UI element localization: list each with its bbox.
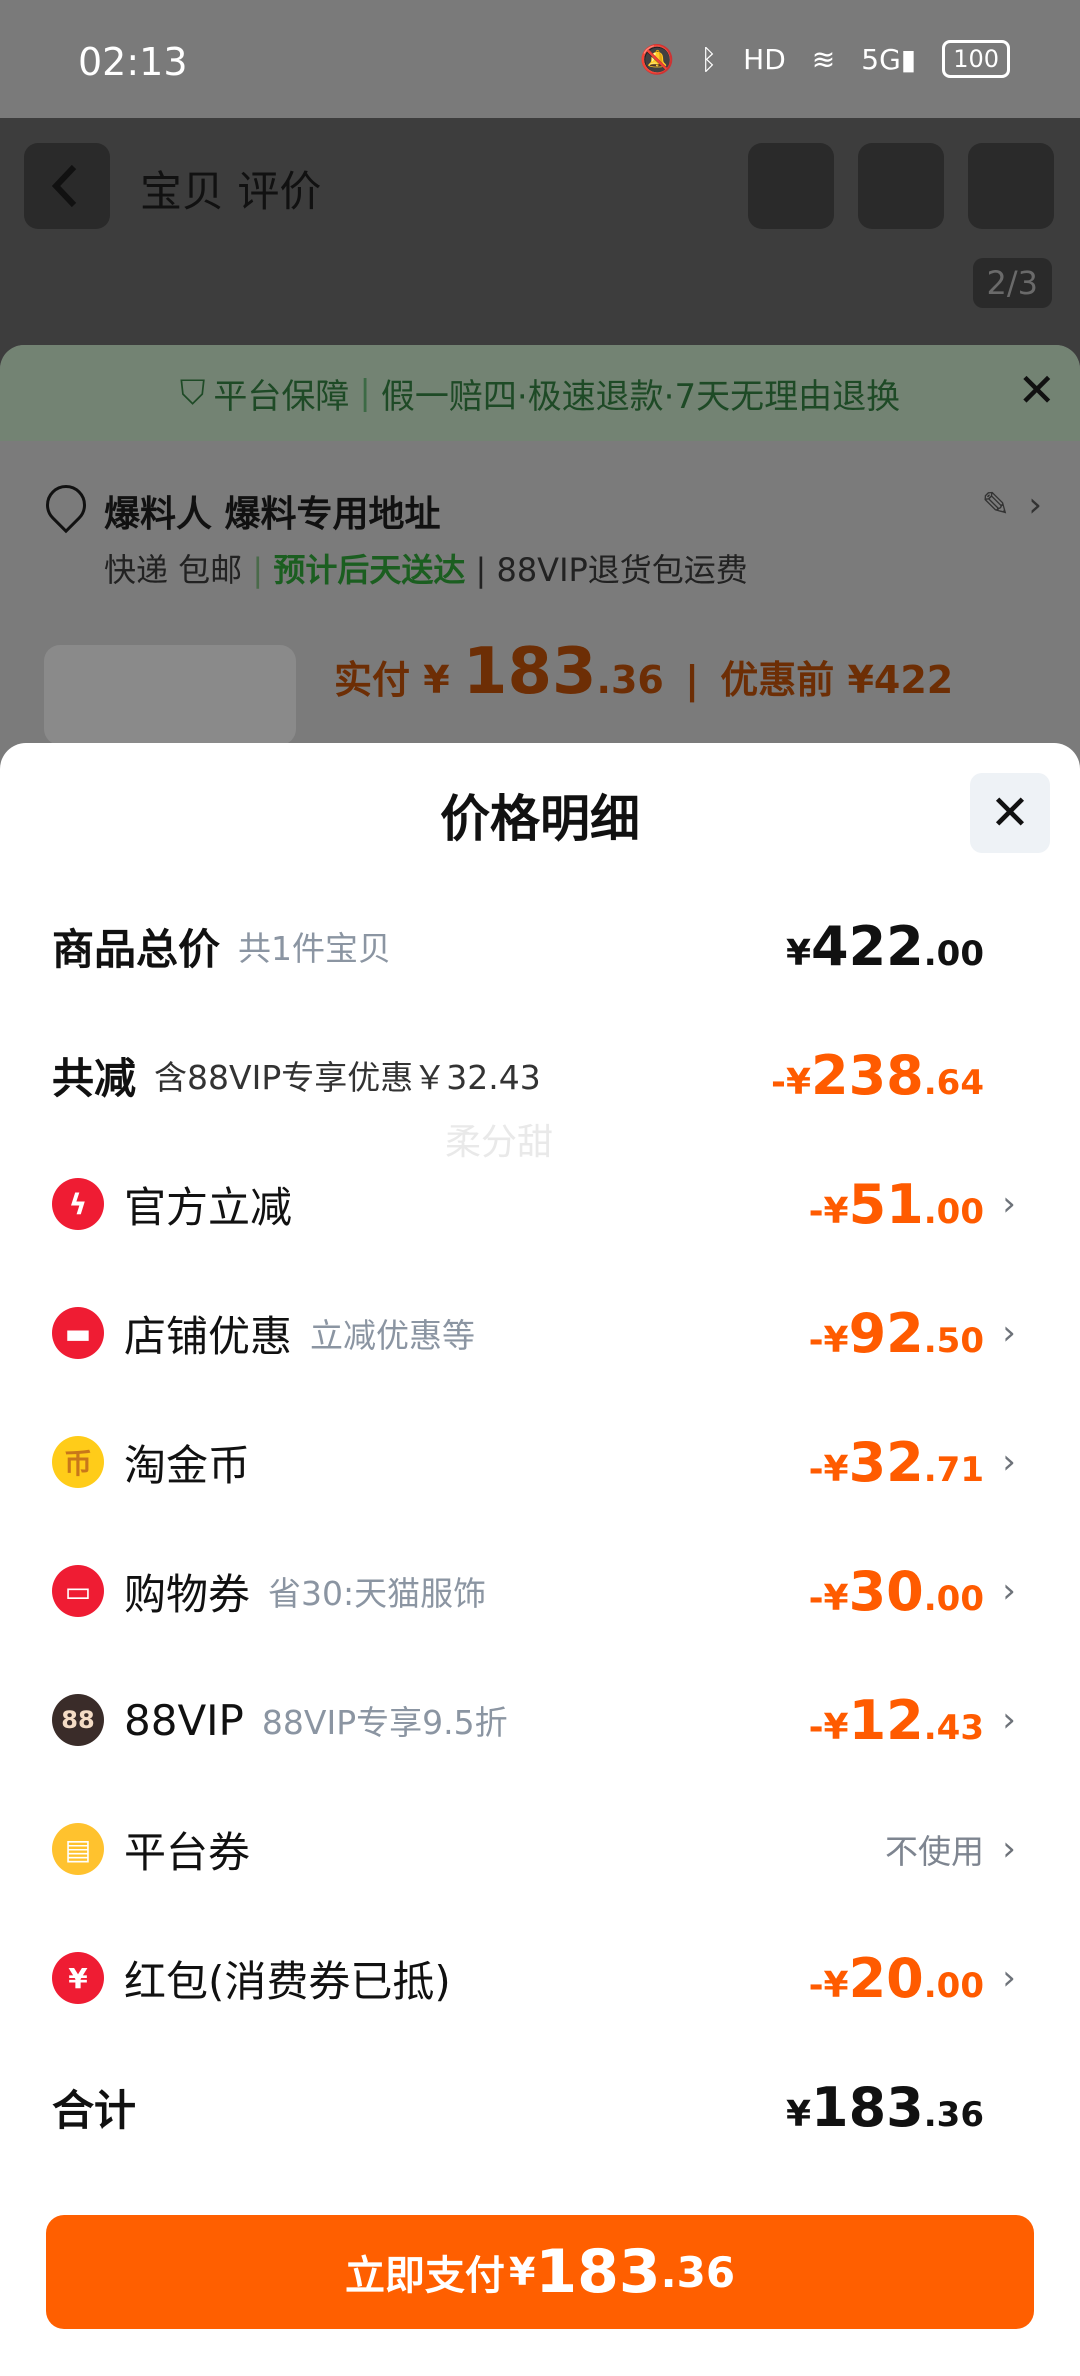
- lightning-icon: ϟ: [52, 1178, 104, 1230]
- chevron-right-icon: ›: [1002, 1958, 1016, 1998]
- vip-return-info: 88VIP退货包运费: [496, 551, 748, 589]
- coupon-status: 不使用: [885, 1832, 984, 1871]
- discount-amount: -¥32.71: [808, 1430, 984, 1494]
- gold-coin-icon: 币: [52, 1436, 104, 1488]
- chevron-right-icon: ›: [1002, 1829, 1016, 1869]
- shipping-info: 快递 包邮 | 预计后天送达 | 88VIP退货包运费: [104, 551, 748, 589]
- before-discount-amount: ¥422: [847, 658, 954, 702]
- more-button[interactable]: [968, 143, 1054, 229]
- 5g-signal-icon: 5G▮: [861, 42, 917, 76]
- product-thumbnail: [44, 645, 296, 745]
- chevron-right-icon: ›: [1002, 1184, 1016, 1224]
- discount-label: 购物券: [124, 1569, 251, 1619]
- pay-button-label: 立即支付: [344, 2253, 505, 2299]
- back-button[interactable]: [24, 143, 110, 229]
- chevron-right-icon: ›: [1002, 1313, 1016, 1353]
- guarantee-divider: |: [359, 373, 371, 413]
- discount-label: 88VIP: [124, 1695, 244, 1745]
- store-icon: ▬: [52, 1307, 104, 1359]
- total-price-row: 商品总价 共1件宝贝 ¥422.00: [52, 906, 1024, 986]
- ticket-icon: ▭: [52, 1565, 104, 1617]
- close-icon: ✕: [989, 785, 1031, 841]
- discount-sub: 立减优惠等: [310, 1316, 476, 1355]
- pay-button-dec: .36: [660, 2247, 736, 2297]
- watermark: 柔分甜: [445, 1122, 554, 1163]
- discount-label: 淘金币: [124, 1440, 251, 1490]
- before-discount-label: 优惠前: [720, 658, 835, 702]
- battery-icon: 100: [942, 40, 1010, 78]
- vip88-icon: 88: [52, 1694, 104, 1746]
- discount-row-platform-coupon[interactable]: ▤ 平台券 不使用 ›: [52, 1809, 1024, 1889]
- total-price-label: 商品总价: [52, 924, 221, 974]
- discount-amount: -¥51.00: [808, 1172, 984, 1236]
- discount-amount: -¥30.00: [808, 1559, 984, 1623]
- sum-label: 合计: [52, 2085, 137, 2135]
- background-page-title: 宝贝 评价: [140, 167, 322, 216]
- bluetooth-icon: ᛒ: [700, 42, 718, 76]
- discount-row-88vip[interactable]: 88 88VIP 88VIP专享9.5折 -¥12.43 ›: [52, 1680, 1024, 1760]
- wifi-icon: ≋: [811, 42, 836, 76]
- discount-label: 店铺优惠: [124, 1311, 293, 1361]
- pay-now-button[interactable]: 立即支付 ¥ 183 .36: [46, 2215, 1034, 2329]
- discount-sub: 省30:天猫服饰: [268, 1574, 487, 1613]
- total-discount-label: 共减: [52, 1053, 137, 1103]
- edit-icon[interactable]: ✎: [982, 485, 1011, 525]
- order-sheet-close-icon[interactable]: ✕: [1017, 363, 1056, 417]
- share-button[interactable]: [748, 143, 834, 229]
- discount-row-red-packet[interactable]: ¥ 红包(消费券已抵) -¥20.00 ›: [52, 1938, 1024, 2018]
- discount-amount: -¥12.43: [808, 1688, 984, 1752]
- sum-amount: ¥183.36: [785, 2075, 984, 2139]
- pay-button-int: 183: [535, 2237, 661, 2307]
- coupon-card-icon: ▤: [52, 1823, 104, 1875]
- back-arrow-icon: [51, 164, 77, 208]
- discount-amount: -¥20.00: [808, 1946, 984, 2010]
- address-title: 爆料人 爆料专用地址: [104, 494, 441, 535]
- delivery-eta: 预计后天送达: [273, 551, 466, 589]
- discount-label: 平台券: [124, 1827, 251, 1877]
- paid-summary: 实付 ¥ 183.36 | 优惠前 ¥422: [334, 635, 954, 709]
- paid-amount-dec: .36: [596, 658, 664, 702]
- status-icons: 🔕 ᛒ HD ≋ 5G▮ 100: [639, 40, 1010, 78]
- close-button[interactable]: ✕: [970, 773, 1050, 853]
- paid-amount-int: 183: [462, 635, 597, 709]
- bell-off-icon: 🔕: [639, 42, 675, 76]
- location-pin-icon: [37, 476, 95, 534]
- total-discount-row: 共减 含88VIP专享优惠￥32.43 -¥238.64: [52, 1035, 1024, 1115]
- shield-icon: ⛉: [179, 373, 206, 413]
- chevron-right-icon: ›: [1002, 1700, 1016, 1740]
- discount-row-store[interactable]: ▬ 店铺优惠 立减优惠等 -¥92.50 ›: [52, 1293, 1024, 1373]
- paid-label: 实付: [334, 658, 411, 702]
- discount-row-official[interactable]: ϟ 官方立减 -¥51.00 ›: [52, 1164, 1024, 1244]
- sheet-title: 价格明细: [440, 790, 640, 848]
- guarantee-detail: 假一赔四·极速退款·7天无理由退换: [380, 376, 901, 417]
- chevron-right-icon: ›: [1002, 1571, 1016, 1611]
- shipping-method: 快递 包邮: [104, 551, 243, 589]
- chevron-right-icon: ›: [1002, 1442, 1016, 1482]
- discount-amount: -¥92.50: [808, 1301, 984, 1365]
- status-bar: 02:13 🔕 ᛒ HD ≋ 5G▮ 100: [0, 0, 1080, 118]
- discount-row-shopping-coupon[interactable]: ▭ 购物券 省30:天猫服饰 -¥30.00 ›: [52, 1551, 1024, 1631]
- discount-row-taojinbi[interactable]: 币 淘金币 -¥32.71 ›: [52, 1422, 1024, 1502]
- discount-label: 红包(消费券已抵): [124, 1956, 451, 2006]
- price-detail-sheet: 价格明细 ✕ 柔分甜 商品总价 共1件宝贝 ¥422.00 共减 含88VIP专…: [0, 743, 1080, 2376]
- total-discount-sub: 含88VIP专享优惠￥32.43: [154, 1058, 541, 1097]
- total-price-amount: ¥422.00: [785, 914, 984, 978]
- platform-guarantee-bar: ⛉ 平台保障 | 假一赔四·极速退款·7天无理由退换: [0, 345, 1080, 441]
- sum-row: 合计 ¥183.36: [52, 2067, 1024, 2147]
- chevron-right-icon[interactable]: ›: [1028, 485, 1042, 525]
- pay-button-yen: ¥: [508, 2250, 536, 2294]
- total-price-sub: 共1件宝贝: [238, 929, 392, 968]
- page-counter: 2/3: [972, 258, 1052, 308]
- guarantee-main: 平台保障: [213, 376, 350, 417]
- discount-sub: 88VIP专享9.5折: [261, 1703, 508, 1742]
- status-time: 02:13: [78, 40, 188, 84]
- total-discount-amount: -¥238.64: [771, 1043, 984, 1107]
- red-packet-icon: ¥: [52, 1952, 104, 2004]
- hd-icon: HD: [743, 42, 786, 76]
- discount-label: 官方立减: [124, 1182, 293, 1232]
- cart-button[interactable]: [858, 143, 944, 229]
- paid-separator: |: [685, 658, 699, 702]
